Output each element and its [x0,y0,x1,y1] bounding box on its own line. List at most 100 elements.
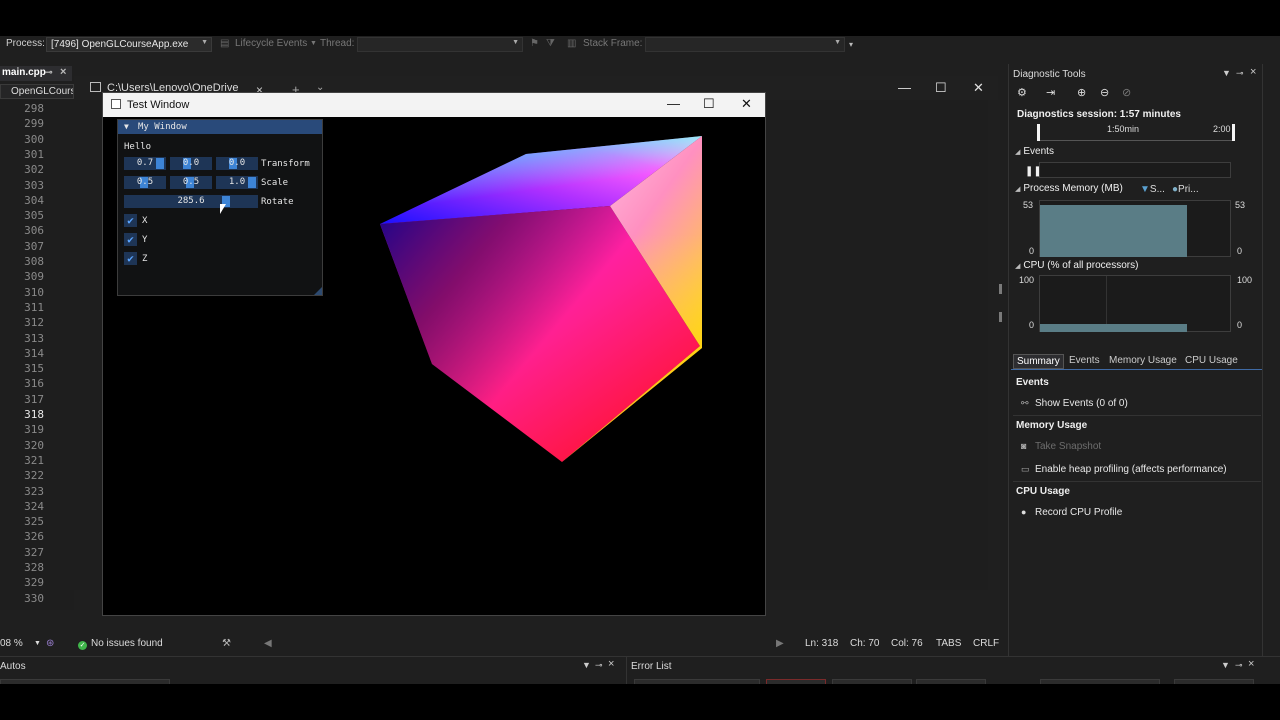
pin-icon[interactable]: ⊸ [595,660,603,671]
pin-icon[interactable]: ⊸ [45,67,53,78]
cpu-graph[interactable] [1039,275,1231,332]
tab-main-cpp[interactable]: main.cpp ⊸ × [0,66,72,81]
pin-icon[interactable]: ⊸ [1235,660,1243,671]
test-window-titlebar[interactable]: Test Window — ☐ ✕ [103,93,765,117]
close-icon[interactable]: ✕ [741,96,752,112]
take-snapshot-button[interactable]: ◙ Take Snapshot [1021,441,1101,452]
hello-text: Hello [124,142,152,152]
zoom-level[interactable]: 08 % [0,638,23,649]
minimize-icon[interactable]: — [898,80,911,95]
transform-z-slider[interactable]: 0.0 [216,157,258,170]
close-icon[interactable]: × [608,658,614,670]
editor-vertical-scrollbar[interactable] [988,100,1000,635]
close-icon[interactable]: × [1250,66,1256,78]
scale-y-slider[interactable]: 0.5 [170,176,212,189]
memory-legend-private[interactable]: ●Pri... [1172,184,1199,195]
line-number: 316 [24,377,44,391]
link-icon: ⚯ [1021,398,1029,408]
memory-usage-header: Memory Usage [1016,420,1088,431]
close-icon[interactable]: ✕ [973,80,984,96]
close-icon[interactable]: × [60,66,66,78]
scroll-marker [999,312,1002,322]
mouse-cursor-icon [220,204,226,214]
memory-graph[interactable] [1039,200,1231,257]
heap-profiling-toggle[interactable]: ▭ Enable heap profiling (affects performa… [1021,464,1227,475]
line-number: 313 [24,331,44,345]
memory-legend-snapshot[interactable]: ▼S... [1140,184,1165,195]
pin-icon[interactable]: ⊸ [1236,68,1244,79]
line-number[interactable]: Ln: 318 [805,638,838,649]
column-number[interactable]: Col: 76 [891,638,923,649]
indent-mode[interactable]: TABS [936,638,961,649]
char-number[interactable]: Ch: 70 [850,638,879,649]
checkbox-z-label: Z [142,254,148,264]
minimize-icon[interactable]: — [667,96,680,111]
tab-events[interactable]: Events [1066,354,1103,369]
divider [1013,481,1261,482]
scale-x-slider[interactable]: 0.5 [124,176,166,189]
zoom-out-icon[interactable]: ⊖ [1100,86,1109,99]
no-issues-indicator[interactable]: ✓ No issues found [78,638,163,650]
checkbox-z[interactable]: ✔ [124,252,137,265]
maximize-icon[interactable]: ☐ [935,80,947,96]
line-endings[interactable]: CRLF [973,638,999,649]
chevron-down-icon[interactable]: ▼ [34,640,41,647]
cpu-section-title[interactable]: ◢ CPU (% of all processors) [1015,260,1138,271]
events-section-title[interactable]: ◢ Events [1015,146,1054,157]
imgui-titlebar[interactable]: ▼ My Window [118,120,322,134]
error-list-panel-title[interactable]: Error List [631,661,672,672]
slider-grab[interactable] [248,177,256,188]
line-number: 328 [24,561,44,574]
divider [1013,415,1261,416]
tab-summary[interactable]: Summary [1013,354,1064,369]
transform-y-slider[interactable]: 0.0 [170,157,212,170]
scale-label: Scale [261,178,289,188]
events-track [1039,162,1231,178]
slider-grab[interactable] [156,158,164,169]
chevron-down-icon[interactable]: ▼ [582,660,591,670]
toolbar-overflow-icon[interactable]: ▾ [849,40,853,49]
scroll-left-icon[interactable]: ◀ [264,638,272,649]
autos-panel-title[interactable]: Autos [0,661,26,672]
scroll-right-icon[interactable]: ▶ [776,638,784,649]
gear-icon[interactable]: ⚙ [1017,86,1027,99]
stack-frame-dropdown[interactable]: ▼ [645,37,845,52]
line-number: 300 [24,132,44,146]
export-icon[interactable]: ⇥ [1046,86,1055,99]
timeline-end-marker[interactable] [1232,124,1235,141]
show-events-link[interactable]: ⚯ Show Events (0 of 0) [1021,398,1128,409]
collapse-triangle-icon[interactable]: ▼ [124,122,129,131]
bottom-panels: Autos ▼ ⊸ × Error List ▼ ⊸ × [0,656,1280,685]
lifecycle-events-label[interactable]: Lifecycle Events [235,38,307,49]
close-icon[interactable]: × [1248,658,1254,670]
resize-grip[interactable] [314,287,322,295]
line-number: 323 [24,484,44,498]
line-number: 301 [24,147,44,161]
cpu-usage-header: CPU Usage [1016,486,1070,497]
checkbox-x-label: X [142,216,148,226]
checkbox-x[interactable]: ✔ [124,214,137,227]
rotate-slider[interactable]: 285.6 [124,195,258,208]
line-number: 317 [24,392,44,406]
memory-section-title[interactable]: ◢ Process Memory (MB) [1015,183,1123,194]
transform-x-slider[interactable]: 0.7 [124,157,166,170]
chevron-down-icon[interactable]: ▼ [1222,68,1231,78]
record-cpu-profile-button[interactable]: ● Record CPU Profile [1021,507,1122,518]
tab-cpu-usage[interactable]: CPU Usage [1182,354,1241,369]
thread-dropdown[interactable]: ▼ [357,37,523,52]
process-dropdown[interactable]: [7496] OpenGLCourseApp.exe ▼ [46,37,212,52]
line-number: 306 [24,224,44,238]
project-nav-dropdown[interactable]: OpenGLCourse [0,84,74,99]
scale-z-slider[interactable]: 1.0 [216,176,258,189]
line-number: 329 [24,576,44,590]
timeline-start-marker[interactable] [1037,124,1040,141]
zoom-in-icon[interactable]: ⊕ [1077,86,1086,99]
maximize-icon[interactable]: ☐ [703,96,715,112]
session-timeline[interactable]: 1:50min 2:00 [1037,124,1235,141]
cleanup-icon[interactable]: ⚒ [222,638,231,649]
copilot-icon[interactable]: ⊛ [46,638,54,649]
checkbox-y[interactable]: ✔ [124,233,137,246]
chevron-down-icon[interactable]: ▼ [1221,660,1230,670]
tab-memory-usage[interactable]: Memory Usage [1106,354,1180,369]
reset-zoom-icon[interactable]: ⊘ [1122,86,1131,99]
